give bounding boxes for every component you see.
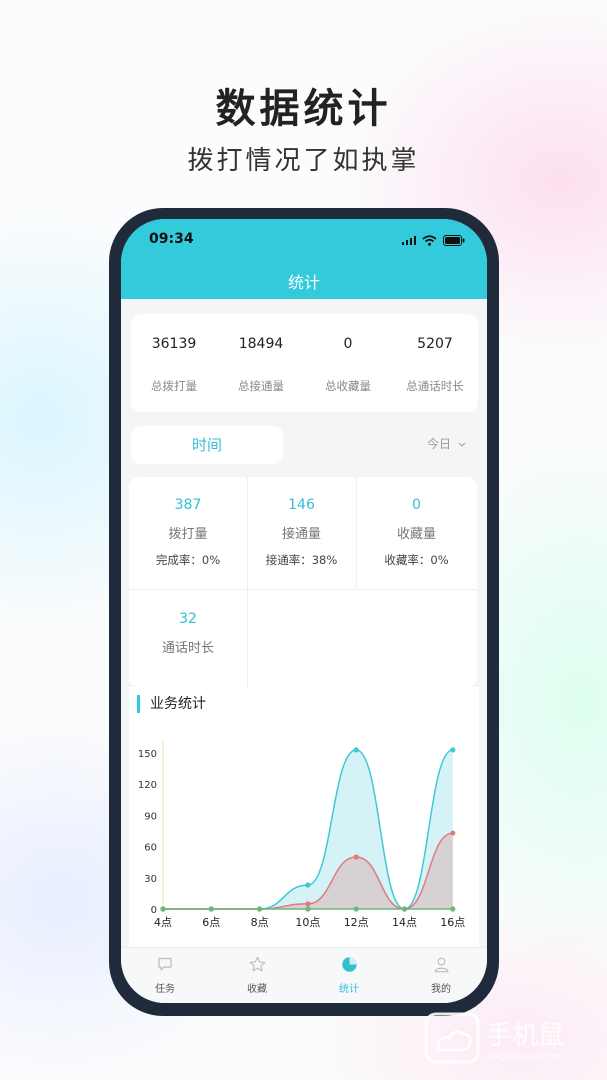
user-icon xyxy=(434,957,448,972)
stat-label: 接通量 xyxy=(281,527,321,542)
watermark-text: 手机鼠 xyxy=(486,1021,564,1051)
promo-subtitle: 拨打情况了如执掌 xyxy=(187,146,420,176)
bottom-tab-bar: 任务 收藏 统计 我的 xyxy=(121,947,487,1003)
total-value: 0 xyxy=(343,336,353,352)
tab-label: 我的 xyxy=(431,984,451,995)
wifi-icon xyxy=(422,234,437,246)
data-point xyxy=(305,901,311,907)
total-value: 36139 xyxy=(151,336,197,352)
stat-connect: 146 接通量 接通率：38% xyxy=(247,497,356,568)
data-point xyxy=(450,830,456,836)
stat-dial: 387 拨打量 完成率：0% xyxy=(129,497,247,568)
date-dropdown[interactable]: 今日 xyxy=(427,435,466,452)
total-value: 18494 xyxy=(238,336,284,352)
y-tick-label: 150 xyxy=(138,749,157,760)
data-point xyxy=(305,882,311,888)
data-point xyxy=(257,906,263,912)
x-tick-label: 8点 xyxy=(251,916,269,929)
x-tick-label: 4点 xyxy=(154,916,172,929)
x-tick-label: 6点 xyxy=(202,916,220,929)
watermark-logo: 手机鼠 SHOUJISHU.COM xyxy=(424,1012,564,1064)
app-screen: 09:34 统计 36139 总拨打量 18494 总接通量 0 总收藏量 52… xyxy=(121,219,487,1003)
tab-favorites[interactable]: 收藏 xyxy=(227,954,287,995)
tab-tasks[interactable]: 任务 xyxy=(135,954,195,995)
totals-card: 36139 总拨打量 18494 总接通量 0 总收藏量 5207 总通话时长 xyxy=(131,314,478,412)
x-tick-label: 16点 xyxy=(440,916,465,929)
chevron-down-icon xyxy=(458,442,466,447)
stat-value: 387 xyxy=(174,497,202,513)
tab-statistics[interactable]: 统计 xyxy=(319,954,379,995)
promo-title: 数据统计 xyxy=(215,86,392,132)
data-point xyxy=(160,906,166,912)
stat-rate: 收藏率：0% xyxy=(384,553,449,567)
status-time: 09:34 xyxy=(149,231,194,247)
header-bar: 09:34 统计 xyxy=(121,219,487,299)
data-point xyxy=(401,906,408,912)
data-point xyxy=(450,906,456,912)
stat-value: 32 xyxy=(179,611,197,627)
watermark-subtext: SHOUJISHU.COM xyxy=(487,1053,562,1063)
data-point xyxy=(305,906,311,912)
stat-label: 通话时长 xyxy=(161,641,214,656)
tab-profile[interactable]: 我的 xyxy=(411,954,471,995)
data-point xyxy=(450,747,456,753)
tab-time[interactable]: 时间 xyxy=(131,426,283,464)
stat-value: 0 xyxy=(412,497,421,513)
battery-icon xyxy=(443,234,465,246)
star-icon xyxy=(249,956,265,971)
tab-label: 统计 xyxy=(339,984,359,995)
total-label: 总收藏量 xyxy=(325,379,371,393)
total-label: 总通话时长 xyxy=(406,379,464,393)
y-tick-label: 30 xyxy=(144,874,157,885)
status-icons xyxy=(401,233,466,247)
data-point xyxy=(353,854,359,860)
stat-label: 收藏量 xyxy=(396,527,436,542)
signal-icon xyxy=(401,235,416,245)
stat-duration: 32 通话时长 xyxy=(129,611,247,656)
y-tick-label: 120 xyxy=(138,780,157,791)
total-label: 总接通量 xyxy=(238,379,284,393)
x-tick-label: 14点 xyxy=(392,916,417,929)
data-point xyxy=(353,747,359,753)
stats-card: 387 拨打量 完成率：0% 146 接通量 接通率：38% 0 收藏量 收藏率… xyxy=(129,477,477,687)
site-watermark: 手机鼠 SHOUJISHU.COM xyxy=(424,1010,594,1066)
data-point xyxy=(353,906,359,912)
stat-rate: 接通率：38% xyxy=(265,553,338,567)
stat-value: 146 xyxy=(288,497,315,513)
y-tick-label: 90 xyxy=(144,811,157,822)
stat-rate: 完成率：0% xyxy=(155,553,221,567)
y-tick-label: 0 xyxy=(151,905,157,916)
date-dropdown-label: 今日 xyxy=(427,437,452,451)
chat-icon xyxy=(158,957,172,971)
stat-favorite: 0 收藏量 收藏率：0% xyxy=(356,497,477,568)
stat-label: 拨打量 xyxy=(168,527,208,542)
y-tick-label: 60 xyxy=(144,843,157,854)
pie-chart-icon xyxy=(341,956,357,972)
x-tick-label: 10点 xyxy=(295,916,320,929)
tab-label: 收藏 xyxy=(247,984,267,995)
total-value: 5207 xyxy=(417,336,453,352)
total-label: 总拨打量 xyxy=(151,379,197,393)
tab-label: 任务 xyxy=(155,984,175,995)
data-point xyxy=(208,906,214,912)
phone-frame: 09:34 统计 36139 总拨打量 18494 总接通量 0 总收藏量 52… xyxy=(109,208,499,1016)
x-tick-label: 12点 xyxy=(344,916,369,929)
section-title: 业务统计 xyxy=(137,695,206,713)
page-title: 统计 xyxy=(287,273,320,292)
